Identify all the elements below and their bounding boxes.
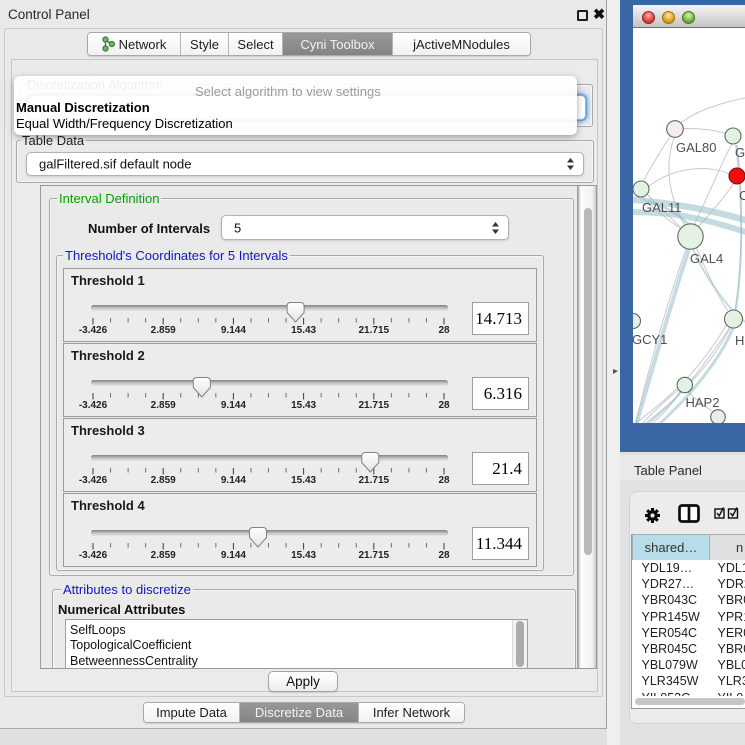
svg-text:GAL11: GAL11 xyxy=(642,200,682,215)
svg-text:H: H xyxy=(735,333,744,348)
svg-text:HAP2: HAP2 xyxy=(686,395,720,410)
svg-text:GA: GA xyxy=(735,145,745,160)
svg-text:GCY1: GCY1 xyxy=(633,332,667,347)
svg-text:GAL80: GAL80 xyxy=(676,140,716,155)
svg-text:C: C xyxy=(739,188,745,203)
svg-text:GAL4: GAL4 xyxy=(690,251,723,266)
